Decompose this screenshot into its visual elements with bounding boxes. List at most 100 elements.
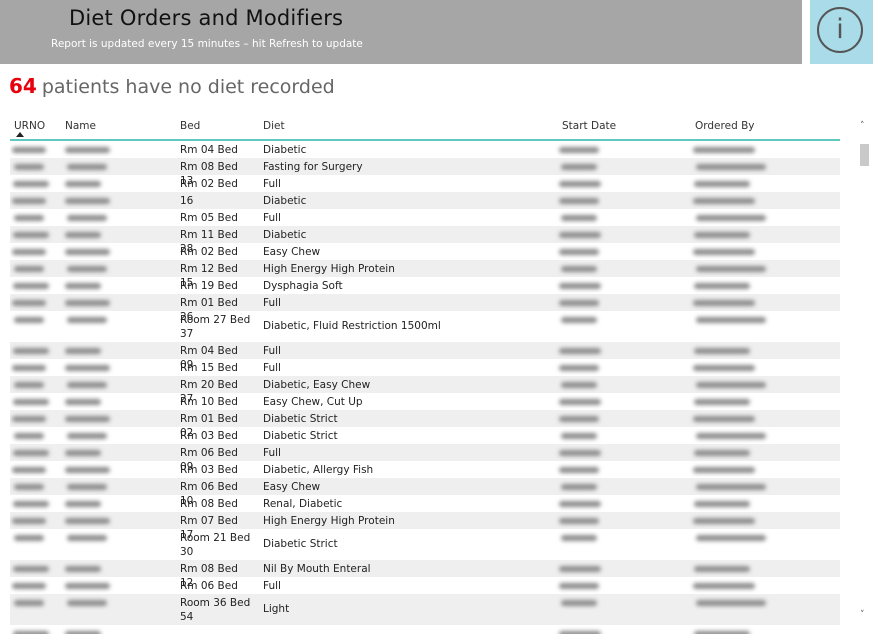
- diet-cell: Fasting for Surgery: [263, 161, 363, 173]
- redacted-cell: [693, 583, 755, 589]
- table-row[interactable]: Room 21 Bed 30 Diabetic Strict: [10, 529, 840, 560]
- redacted-cell: [67, 600, 107, 606]
- bed-cell: Room 36 Bed 54: [180, 597, 251, 623]
- column-header-diet[interactable]: Diet: [263, 120, 285, 132]
- table-row[interactable]: Rm 20 Bed 27 Diabetic, Easy Chew: [10, 376, 840, 405]
- page-title: Diet Orders and Modifiers: [69, 6, 344, 30]
- redacted-cell: [65, 365, 110, 371]
- column-header-name[interactable]: Name: [65, 120, 96, 132]
- redacted-cell: [559, 348, 601, 354]
- table-row[interactable]: 16 Diabetic: [10, 192, 840, 209]
- diet-cell: Full: [263, 212, 281, 224]
- table-row[interactable]: Rm 08 Bed 42Renal, Diabetic: [10, 495, 840, 524]
- redacted-cell: [12, 518, 46, 524]
- diet-cell: Diabetic Strict: [263, 413, 338, 425]
- column-header-bed[interactable]: Bed: [180, 120, 200, 132]
- redacted-cell: [12, 467, 46, 473]
- redacted-cell: [14, 266, 44, 272]
- table-row[interactable]: Rm 01 Bed 02 Diabetic Strict: [10, 410, 840, 439]
- redacted-cell: [67, 266, 107, 272]
- redacted-cell: [14, 317, 44, 323]
- redacted-cell: [694, 399, 750, 405]
- redacted-cell: [561, 382, 597, 388]
- table-row[interactable]: Rm 01 Bed 26 Full: [10, 294, 840, 323]
- redacted-cell: [12, 198, 46, 204]
- table-row[interactable]: Rm 04 Bed 04Diabetic: [10, 141, 840, 170]
- redacted-cell: [12, 416, 46, 422]
- info-icon: i: [817, 7, 863, 53]
- no-diet-count: 64: [9, 74, 37, 98]
- redacted-cell: [693, 249, 755, 255]
- table-row[interactable]: Rm 06 Bed 10 Easy Chew: [10, 478, 840, 507]
- table-row[interactable]: Rm 07 Bed 17 High Energy High Protein: [10, 512, 840, 541]
- table-row[interactable]: Rm 08 Bed 12 Nil By Mouth Enteral: [10, 560, 840, 589]
- redacted-cell: [13, 232, 49, 238]
- redacted-cell: [67, 382, 107, 388]
- redacted-cell: [559, 147, 599, 153]
- redacted-cell: [696, 535, 766, 541]
- redacted-cell: [13, 348, 49, 354]
- table-row[interactable]: Rm 03 Bed 05Diabetic Strict: [10, 427, 840, 456]
- table-row[interactable]: [10, 625, 840, 634]
- table-row[interactable]: Rm 08 Bed 13 Fasting for Surgery: [10, 158, 840, 187]
- table-row[interactable]: Room 36 Bed 54 Light: [10, 594, 840, 625]
- scrollbar-thumb[interactable]: [860, 144, 869, 166]
- diet-cell: Diabetic: [263, 229, 307, 241]
- table-row[interactable]: Rm 06 Bed 21Full: [10, 577, 840, 606]
- redacted-cell: [694, 232, 750, 238]
- redacted-cell: [12, 365, 46, 371]
- table-row[interactable]: Rm 06 Bed 09 Full: [10, 444, 840, 473]
- vertical-scrollbar[interactable]: ˄ ˅: [858, 116, 872, 628]
- redacted-cell: [559, 450, 601, 456]
- table-header: URNO Name Bed Diet Start Date Ordered By: [10, 116, 840, 141]
- redacted-cell: [559, 501, 601, 507]
- column-header-ordered-by[interactable]: Ordered By: [695, 120, 755, 132]
- redacted-cell: [13, 399, 49, 405]
- redacted-cell: [12, 249, 46, 255]
- redacted-cell: [559, 518, 599, 524]
- chevron-down-icon[interactable]: ˅: [860, 610, 865, 620]
- redacted-cell: [693, 518, 755, 524]
- redacted-cell: [65, 300, 110, 306]
- redacted-cell: [693, 198, 755, 204]
- diet-cell: Easy Chew, Cut Up: [263, 396, 363, 408]
- table-row[interactable]: Rm 11 Bed 28 Diabetic: [10, 226, 840, 255]
- table-row[interactable]: Rm 04 Bed 09 Full: [10, 342, 840, 371]
- diet-cell: Full: [263, 580, 281, 592]
- redacted-cell: [561, 215, 597, 221]
- diet-cell: Diabetic, Fluid Restriction 1500ml: [263, 320, 441, 332]
- report-header: Diet Orders and Modifiers Report is upda…: [0, 0, 802, 64]
- table-row[interactable]: Rm 15 Bed 29Full: [10, 359, 840, 388]
- diet-cell: Full: [263, 178, 281, 190]
- redacted-cell: [694, 501, 750, 507]
- redacted-cell: [12, 583, 46, 589]
- info-button[interactable]: i: [810, 0, 873, 64]
- diet-cell: High Energy High Protein: [263, 515, 395, 527]
- refresh-note: Report is updated every 15 minutes – hit…: [51, 38, 363, 50]
- redacted-cell: [65, 399, 101, 405]
- table-row[interactable]: Rm 12 Bed 15 High Energy High Protein: [10, 260, 840, 289]
- table-row[interactable]: Rm 02 Bed 05Easy Chew: [10, 243, 840, 272]
- table-row[interactable]: Rm 10 Bed 25Easy Chew, Cut Up: [10, 393, 840, 422]
- table-row[interactable]: Rm 03 Bed 06Diabetic, Allergy Fish: [10, 461, 840, 490]
- column-header-urno[interactable]: URNO: [14, 120, 45, 132]
- diet-cell: Diabetic Strict: [263, 430, 338, 442]
- redacted-cell: [694, 348, 750, 354]
- table-row[interactable]: Rm 05 Bed 09Full: [10, 209, 840, 238]
- redacted-cell: [559, 181, 601, 187]
- table-row[interactable]: Rm 02 Bed 06Full: [10, 175, 840, 204]
- column-header-start-date[interactable]: Start Date: [562, 120, 616, 132]
- redacted-cell: [559, 583, 599, 589]
- redacted-cell: [693, 416, 755, 422]
- redacted-cell: [65, 147, 110, 153]
- diet-cell: Easy Chew: [263, 246, 321, 258]
- redacted-cell: [694, 181, 750, 187]
- table-row[interactable]: Rm 19 Bed 26Dysphagia Soft: [10, 277, 840, 306]
- redacted-cell: [694, 450, 750, 456]
- table-row[interactable]: Room 27 Bed 37 Diabetic, Fluid Restrictio…: [10, 311, 840, 342]
- redacted-cell: [696, 164, 766, 170]
- redacted-cell: [67, 484, 107, 490]
- redacted-cell: [65, 450, 101, 456]
- redacted-cell: [13, 450, 49, 456]
- chevron-up-icon[interactable]: ˄: [860, 121, 865, 131]
